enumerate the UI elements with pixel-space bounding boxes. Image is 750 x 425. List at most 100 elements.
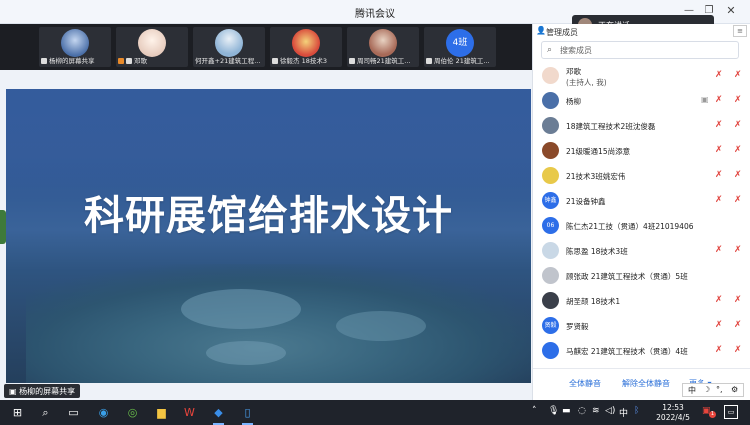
tile-caption: 何开鑫+21建筑工程... [195, 57, 261, 65]
clock-time: 12:53 [662, 403, 684, 412]
list-item[interactable]: 21技术3班姚宏伟 ✗ ✗ [533, 164, 750, 189]
avatar [542, 67, 559, 84]
avatar [542, 242, 559, 259]
list-item[interactable]: 胡圣颉 18技术1 ✗ ✗ [533, 289, 750, 314]
list-item[interactable]: 陈思盈 18技术3班 ✗ ✗ [533, 239, 750, 264]
mic-icon [126, 58, 132, 64]
member-name: 马麒宏 21建筑工程技术（贯通）4班 [566, 347, 688, 356]
camera-off-icon[interactable]: ✗ [734, 345, 742, 355]
mute-all-button[interactable]: 全体静音 [569, 378, 601, 389]
member-name: 顾张政 21建筑工程技术（贯通）5班 [566, 272, 688, 281]
tablet-app-icon[interactable]: ▯ [239, 404, 256, 425]
member-name: 陈思盈 18技术3班 [566, 247, 628, 256]
avatar [542, 117, 559, 134]
avatar [542, 167, 559, 184]
tile-caption: 周伯伦 21建筑工... [426, 55, 494, 65]
avatar [138, 29, 166, 57]
member-name: 邓歌 [566, 67, 581, 76]
avatar: 06 [542, 217, 559, 234]
volume-icon[interactable]: ◁) [605, 406, 615, 416]
camera-off-icon[interactable]: ✗ [734, 295, 742, 305]
search-icon: ⌕ [547, 45, 553, 55]
camera-off-icon[interactable]: ✗ [734, 70, 742, 80]
system-clock[interactable]: 12:53 2022/4/5 [651, 403, 695, 423]
avatar: 4班 [446, 29, 474, 57]
camera-off-icon[interactable]: ✗ [734, 95, 742, 105]
member-panel: 👤 管理成员 ≡ ⌕ 邓歌 (主持人, 我) ✗ ✗ 杨柳 ▣ ✗ ✗ [532, 24, 750, 400]
camera-off-icon[interactable]: ✗ [734, 145, 742, 155]
side-handle[interactable] [0, 210, 6, 244]
list-item[interactable]: 马麒宏 21建筑工程技术（贯通）4班 ✗ ✗ [533, 339, 750, 364]
list-item[interactable]: 21级暖通15尚添意 ✗ ✗ [533, 139, 750, 164]
file-explorer-icon[interactable]: ▆ [153, 404, 170, 421]
cloud-icon[interactable]: ▬ [562, 406, 571, 416]
avatar [61, 29, 89, 57]
avatar: 贤毅 [542, 317, 559, 334]
video-tile[interactable]: 徐毅杰 18技术3 [270, 27, 342, 67]
windows-start-icon[interactable]: ⊞ [9, 404, 26, 421]
action-center-icon[interactable]: ▭ [724, 405, 738, 419]
list-item[interactable]: 18建筑工程技术2班沈俊磊 ✗ ✗ [533, 114, 750, 139]
camera-off-icon[interactable]: ✗ [734, 245, 742, 255]
camera-off-icon[interactable]: ✗ [734, 195, 742, 205]
list-item[interactable]: 邓歌 (主持人, 我) ✗ ✗ [533, 64, 750, 89]
menu-icon[interactable]: ≡ [733, 25, 747, 37]
ime-toolbar: 中 ☽ °, ⚙ [682, 383, 744, 397]
slide-title: 科研展馆给排水设计 [84, 193, 453, 239]
punctuation-icon[interactable]: °, [716, 385, 723, 394]
task-view-icon[interactable]: ▭ [65, 404, 82, 421]
mic-muted-icon[interactable]: ✗ [715, 195, 723, 205]
mic-icon [349, 58, 355, 64]
mic-muted-icon[interactable]: ✗ [715, 345, 723, 355]
list-item[interactable]: 钟鑫 21设备钟鑫 ✗ ✗ [533, 189, 750, 214]
mic-muted-icon[interactable]: ✗ [715, 320, 723, 330]
headset-icon[interactable]: ◌ [578, 406, 586, 416]
mic-muted-icon[interactable]: ✗ [715, 95, 723, 105]
member-name: 罗贤毅 [566, 322, 589, 331]
avatar [369, 29, 397, 57]
mic-muted-icon[interactable]: ✗ [715, 295, 723, 305]
video-tile[interactable]: 周司畅21建筑工... [347, 27, 419, 67]
mic-muted-icon[interactable]: ✗ [715, 170, 723, 180]
mic-icon [272, 58, 278, 64]
mic-muted-icon[interactable]: ✗ [715, 70, 723, 80]
member-search[interactable]: ⌕ [541, 41, 739, 59]
video-tile[interactable]: 何开鑫+21建筑工程... [193, 27, 265, 67]
camera-off-icon[interactable]: ✗ [734, 120, 742, 130]
ime-language[interactable]: 中 [619, 406, 628, 419]
mic-muted-icon[interactable]: ✗ [715, 145, 723, 155]
avatar [292, 29, 320, 57]
mic-muted-icon[interactable]: ✗ [715, 120, 723, 130]
mic-icon[interactable]: 🎙 [548, 406, 559, 416]
search-input[interactable] [560, 43, 730, 57]
browser-icon[interactable]: ◎ [124, 404, 141, 421]
bluetooth-icon[interactable]: ᛒ [634, 406, 639, 416]
tencent-meeting-icon[interactable]: ◆ [210, 404, 227, 425]
member-list: 邓歌 (主持人, 我) ✗ ✗ 杨柳 ▣ ✗ ✗ 18建筑工程技术2班沈俊磊 ✗… [533, 64, 750, 364]
video-tile[interactable]: 邓歌 [116, 27, 188, 67]
mic-muted-icon[interactable]: ✗ [715, 245, 723, 255]
list-item[interactable]: 06 陈仁杰21工技（贯通）4班21019406 [533, 214, 750, 239]
gear-icon[interactable]: ⚙ [731, 385, 738, 394]
search-icon[interactable]: ⌕ [37, 404, 54, 421]
video-tile[interactable]: 杨柳的屏幕共享 [39, 27, 111, 67]
moon-icon[interactable]: ☽ [703, 385, 710, 394]
camera-off-icon[interactable]: ✗ [734, 320, 742, 330]
member-name: 21级暖通15尚添意 [566, 147, 631, 156]
meeting-window: 腾讯会议 — ❐ ✕ 正在讲话: 杨柳的屏幕共享 邓歌 何开鑫+21建筑工程..… [0, 0, 750, 400]
list-item[interactable]: 顾张政 21建筑工程技术（贯通）5班 [533, 264, 750, 289]
video-strip: 杨柳的屏幕共享 邓歌 何开鑫+21建筑工程... 徐毅杰 18技术3 周司畅21… [0, 24, 532, 70]
chevron-up-icon[interactable]: ˄ [532, 406, 537, 416]
avatar [542, 267, 559, 284]
video-tile[interactable]: 4班 周伯伦 21建筑工... [424, 27, 496, 67]
wps-icon[interactable]: W [181, 404, 198, 421]
ime-language[interactable]: 中 [688, 385, 696, 396]
list-item[interactable]: 杨柳 ▣ ✗ ✗ [533, 89, 750, 114]
list-item[interactable]: 贤毅 罗贤毅 ✗ ✗ [533, 314, 750, 339]
panel-title: 管理成员 [546, 28, 578, 37]
close-icon[interactable]: ✕ [724, 4, 738, 18]
wifi-icon[interactable]: ≋ [592, 406, 600, 416]
edge-icon[interactable]: ◉ [95, 404, 112, 421]
unmute-all-button[interactable]: 解除全体静音 [622, 378, 670, 389]
camera-off-icon[interactable]: ✗ [734, 170, 742, 180]
